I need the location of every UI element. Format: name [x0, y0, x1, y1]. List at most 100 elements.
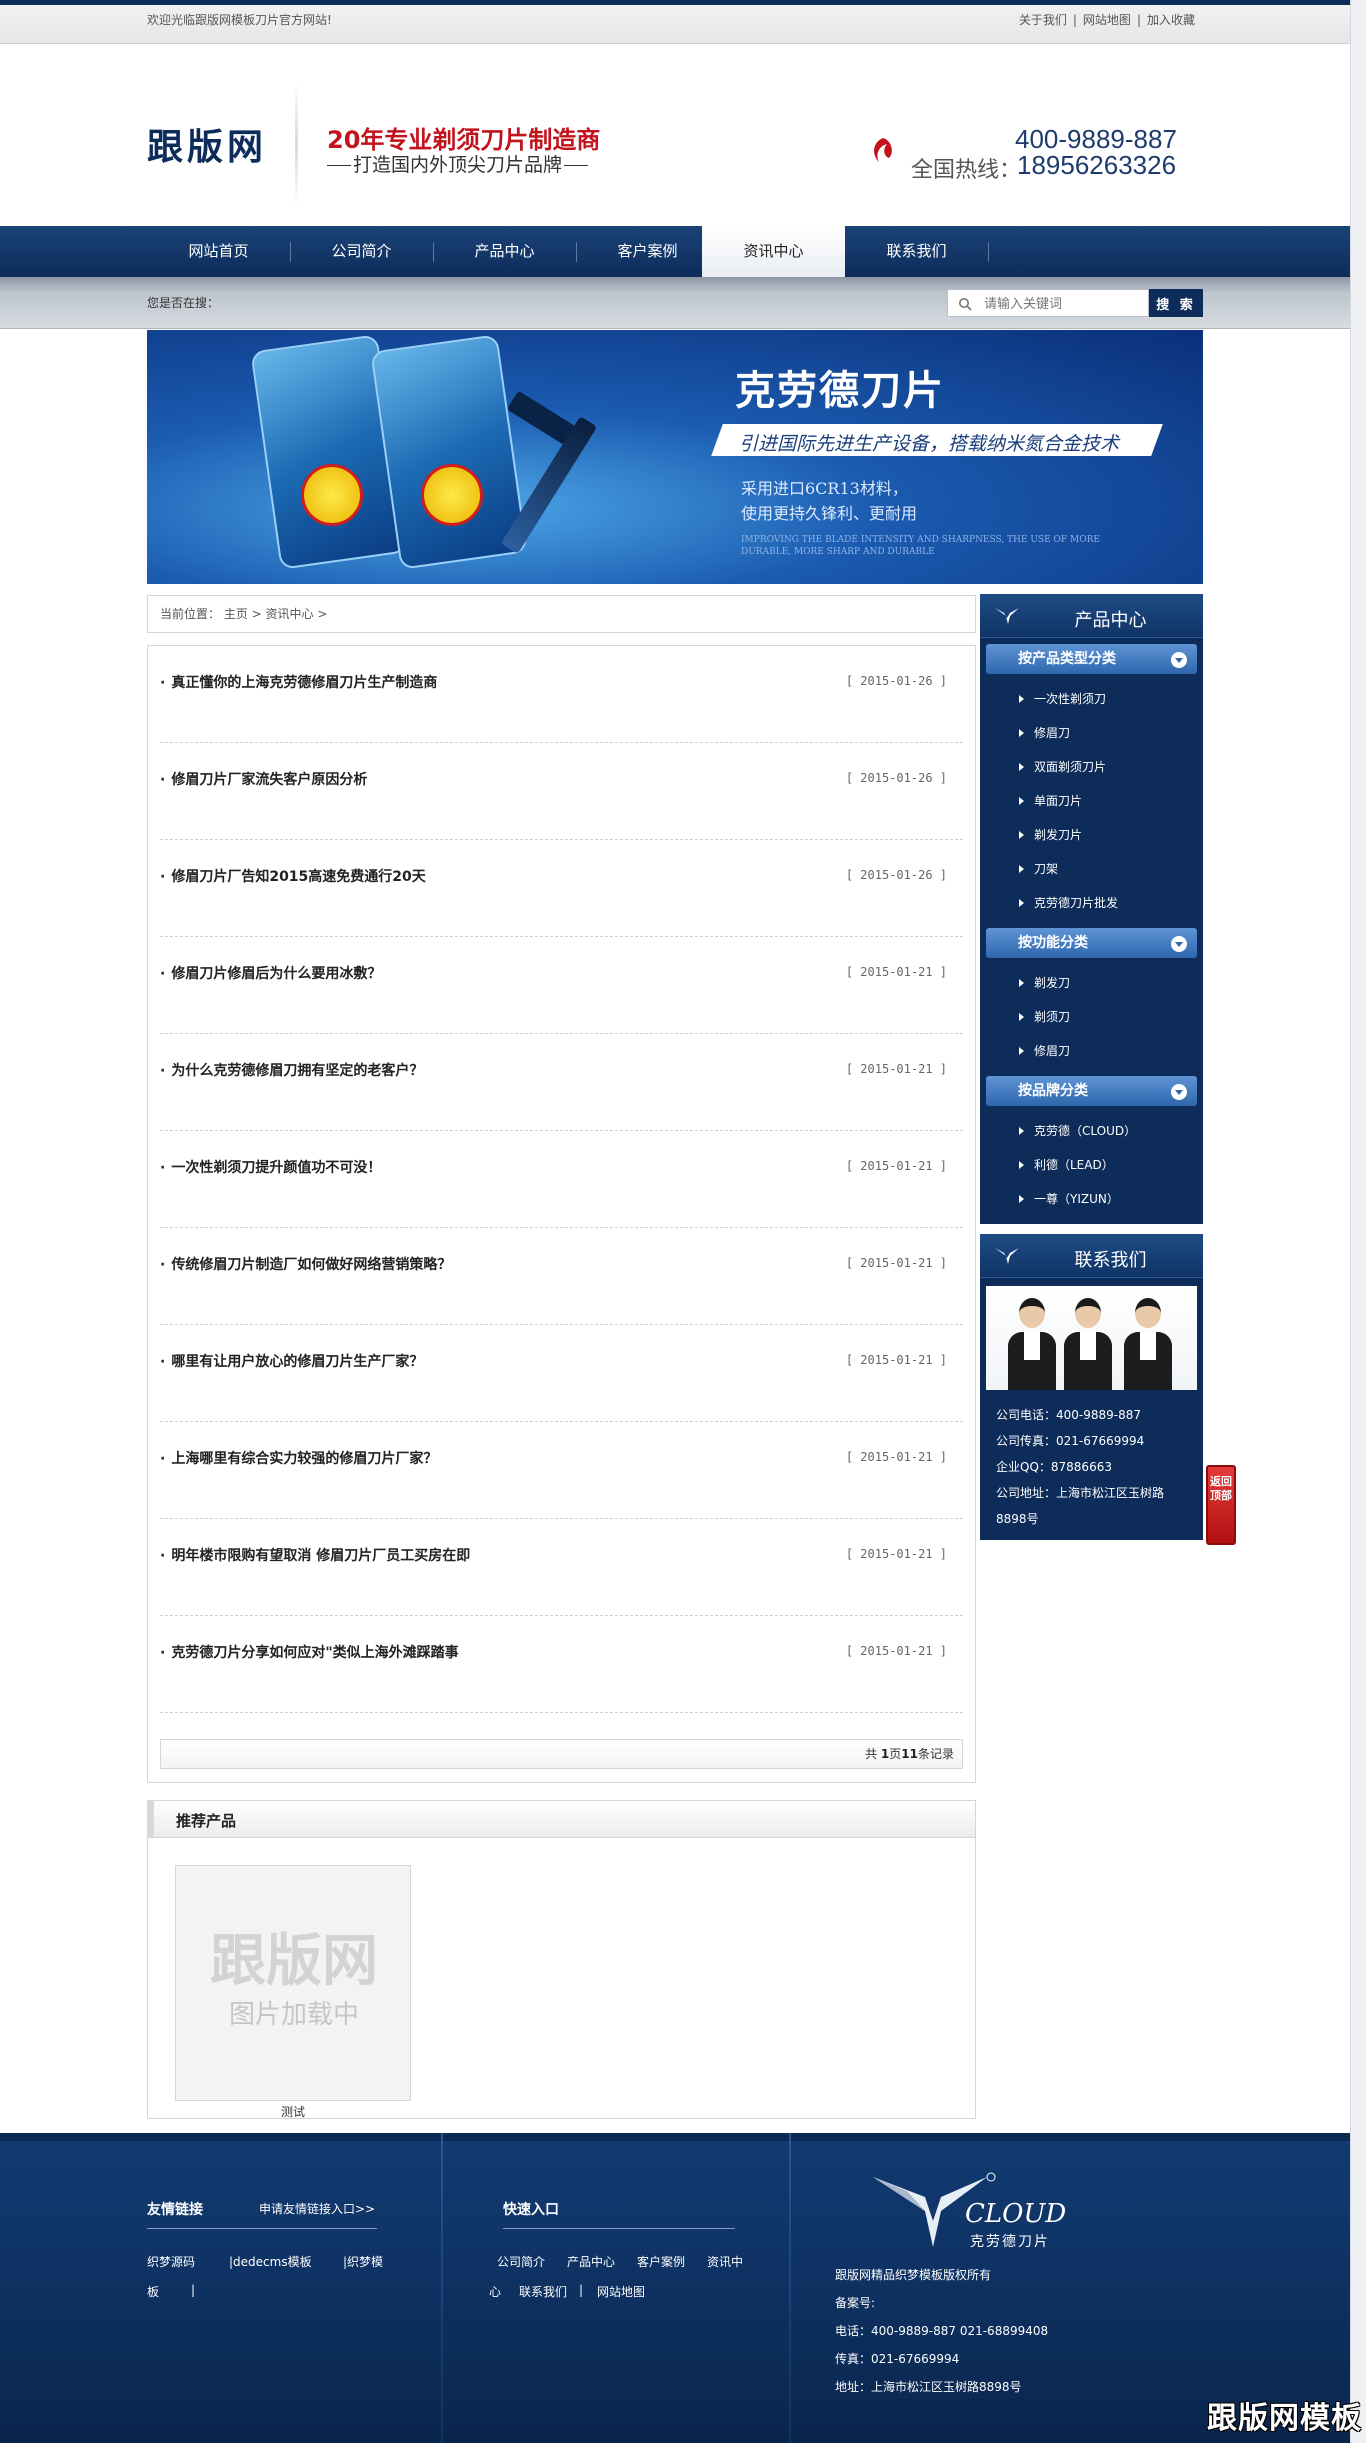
product-panel-title: 产品中心	[1074, 610, 1147, 631]
category-list: 克劳德（CLOUD） 利德（LEAD） 一尊（YIZUN）	[980, 1106, 1203, 1224]
category-link[interactable]: 一尊（YIZUN）	[980, 1182, 1203, 1216]
nav-cases[interactable]: 客户案例	[576, 226, 719, 277]
pagination: 共 1页11条记录	[160, 1739, 963, 1769]
footer-address: 地址：上海市松江区玉树路8898号	[835, 2380, 1022, 2394]
person-image	[1004, 1294, 1060, 1390]
category-link[interactable]: 单面刀片	[980, 784, 1203, 818]
quick-link-news[interactable]: 资讯中	[707, 2253, 743, 2270]
category-link[interactable]: 修眉刀	[980, 1034, 1203, 1068]
category-group-function[interactable]: 按功能分类	[986, 928, 1197, 958]
news-title[interactable]: 修眉刀片厂告知2015高速免费通行20天	[160, 866, 425, 886]
news-title[interactable]: 一次性剃须刀提升颜值功不可没！	[160, 1157, 381, 1177]
nav-news[interactable]: 资讯中心	[702, 226, 845, 277]
nav-home[interactable]: 网站首页	[147, 226, 290, 277]
placeholder-logo-text: 跟版网	[210, 1928, 378, 1994]
friend-link[interactable]: |织梦模	[343, 2253, 383, 2270]
add-favorite-link[interactable]: 加入收藏	[1147, 13, 1195, 27]
news-item[interactable]: 传统修眉刀片制造厂如何做好网络营销策略？ [ 2015-01-21 ]	[160, 1228, 963, 1325]
category-group-type[interactable]: 按产品类型分类	[986, 644, 1197, 674]
category-link[interactable]: 双面剃须刀片	[980, 750, 1203, 784]
news-item[interactable]: 哪里有让用户放心的修眉刀片生产厂家？ [ 2015-01-21 ]	[160, 1325, 963, 1422]
sidebar: 产品中心 按产品类型分类 一次性剃须刀 修眉刀 双面剃须刀片 单面刀片 剃发刀片…	[980, 594, 1203, 1540]
news-title[interactable]: 克劳德刀片分享如何应对"类似上海外滩踩踏事	[160, 1642, 458, 1662]
category-group-label: 按品牌分类	[1018, 1083, 1088, 1099]
news-list: 真正懂你的上海克劳德修眉刀片生产制造商 [ 2015-01-26 ] 修眉刀片厂家…	[147, 645, 976, 1783]
breadcrumb: 当前位置： 主页 > 资讯中心 >	[147, 595, 976, 633]
news-title[interactable]: 哪里有让用户放心的修眉刀片生产厂家？	[160, 1351, 423, 1371]
news-item[interactable]: 明年楼市限购有望取消 修眉刀片厂员工买房在即 [ 2015-01-21 ]	[160, 1519, 963, 1616]
recommended-header: 推荐产品	[148, 1801, 975, 1838]
news-title[interactable]: 传统修眉刀片制造厂如何做好网络营销策略？	[160, 1254, 451, 1274]
footer-heading-line	[147, 2228, 377, 2229]
logo-divider	[295, 82, 298, 207]
category-link[interactable]: 克劳德（CLOUD）	[980, 1114, 1203, 1148]
chevron-down-icon	[1171, 1084, 1187, 1100]
category-link[interactable]: 利德（LEAD）	[980, 1148, 1203, 1182]
footer-fax: 传真：021-67669994	[835, 2352, 960, 2366]
search-box	[947, 289, 1149, 317]
page-scrollbar[interactable]	[1350, 0, 1366, 2443]
quick-link-products[interactable]: 产品中心	[567, 2253, 615, 2270]
news-title[interactable]: 真正懂你的上海克劳德修眉刀片生产制造商	[160, 672, 437, 692]
slogan-sub-text: 打造国内外顶尖刀片品牌	[353, 154, 563, 176]
news-date: [ 2015-01-21 ]	[845, 1159, 947, 1173]
category-link[interactable]: 剃发刀	[980, 966, 1203, 1000]
quick-link-about[interactable]: 公司简介	[497, 2253, 545, 2270]
news-title[interactable]: 为什么克劳德修眉刀拥有坚定的老客户？	[160, 1060, 423, 1080]
footer: 友情链接 申请友情链接入口>> 织梦源码 |dedecms模板 |织梦模 板 |…	[0, 2133, 1350, 2443]
category-group-label: 按功能分类	[1018, 935, 1088, 951]
product-caption[interactable]: 测试	[175, 2103, 411, 2120]
product-category-panel: 产品中心 按产品类型分类 一次性剃须刀 修眉刀 双面剃须刀片 单面刀片 剃发刀片…	[980, 594, 1203, 1224]
page: 欢迎光临跟版网模板刀片官方网站! 关于我们 | 网站地图 | 加入收藏 跟版网 20年专…	[0, 0, 1350, 2443]
placeholder-loading-text: 图片加载中	[228, 2000, 359, 2030]
category-link[interactable]: 克劳德刀片批发	[980, 886, 1203, 920]
nav-products[interactable]: 产品中心	[433, 226, 576, 277]
friend-link[interactable]: |dedecms模板	[229, 2253, 312, 2270]
news-title[interactable]: 上海哪里有综合实力较强的修眉刀片厂家？	[160, 1448, 437, 1468]
nav-divider	[988, 242, 989, 262]
news-item[interactable]: 修眉刀片修眉后为什么要用冰敷？ [ 2015-01-21 ]	[160, 937, 963, 1034]
banner-line-2: 使用更持久锋利、更耐用	[741, 504, 918, 523]
footer-phone: 电话：400-9889-887 021-68899408	[835, 2324, 1049, 2338]
news-item[interactable]: 修眉刀片厂家流失客户原因分析 [ 2015-01-26 ]	[160, 743, 963, 840]
category-link[interactable]: 剃发刀片	[980, 818, 1203, 852]
search-input[interactable]	[984, 294, 1144, 314]
nav-contact[interactable]: 联系我们	[845, 226, 988, 277]
news-title[interactable]: 修眉刀片修眉后为什么要用冰敷？	[160, 963, 381, 983]
friend-link-wrap: 板	[147, 2285, 160, 2299]
news-item[interactable]: 上海哪里有综合实力较强的修眉刀片厂家？ [ 2015-01-21 ]	[160, 1422, 963, 1519]
quick-link-contact[interactable]: 联系我们	[519, 2283, 567, 2300]
site-logo[interactable]: 跟版网	[147, 118, 267, 170]
news-item[interactable]: 修眉刀片厂告知2015高速免费通行20天 [ 2015-01-26 ]	[160, 840, 963, 937]
news-item[interactable]: 一次性剃须刀提升颜值功不可没！ [ 2015-01-21 ]	[160, 1131, 963, 1228]
quick-link-news-wrap: 心	[489, 2285, 502, 2299]
search-bar: 您是否在搜： 搜 索	[0, 277, 1350, 329]
news-item[interactable]: 真正懂你的上海克劳德修眉刀片生产制造商 [ 2015-01-26 ]	[160, 646, 963, 743]
news-title[interactable]: 明年楼市限购有望取消 修眉刀片厂员工买房在即	[160, 1545, 470, 1565]
news-item[interactable]: 克劳德刀片分享如何应对"类似上海外滩踩踏事 [ 2015-01-21 ]	[160, 1616, 963, 1713]
product-card[interactable]: 跟版网 图片加载中	[175, 1865, 411, 2101]
about-us-link[interactable]: 关于我们	[1019, 13, 1067, 27]
back-to-top-button[interactable]: 返回顶部	[1206, 1465, 1236, 1545]
category-link[interactable]: 刀架	[980, 852, 1203, 886]
category-link[interactable]: 修眉刀	[980, 716, 1203, 750]
category-link[interactable]: 剃须刀	[980, 1000, 1203, 1034]
pager-records: 11	[901, 1747, 918, 1761]
news-date: [ 2015-01-26 ]	[845, 674, 947, 688]
category-link[interactable]: 一次性剃须刀	[980, 682, 1203, 716]
friend-link[interactable]: 织梦源码	[147, 2253, 195, 2270]
search-hint-label: 您是否在搜：	[147, 296, 220, 310]
contact-phone: 公司电话：400-9889-887	[996, 1408, 1142, 1422]
contact-qq: 企业QQ：87886663	[996, 1460, 1112, 1474]
search-button[interactable]: 搜 索	[1149, 289, 1203, 317]
nav-about[interactable]: 公司简介	[290, 226, 433, 277]
category-group-brand[interactable]: 按品牌分类	[986, 1076, 1197, 1106]
sitemap-link[interactable]: 网站地图	[1083, 13, 1131, 27]
quick-link-sitemap[interactable]: 网站地图	[597, 2283, 645, 2300]
hotline-label: 全国热线：	[911, 158, 1022, 183]
apply-friend-link[interactable]: 申请友情链接入口>>	[259, 2200, 375, 2217]
news-item[interactable]: 为什么克劳德修眉刀拥有坚定的老客户？ [ 2015-01-21 ]	[160, 1034, 963, 1131]
friend-link-separator: |	[191, 2283, 196, 2297]
quick-link-cases[interactable]: 客户案例	[637, 2253, 685, 2270]
news-title[interactable]: 修眉刀片厂家流失客户原因分析	[160, 769, 367, 789]
